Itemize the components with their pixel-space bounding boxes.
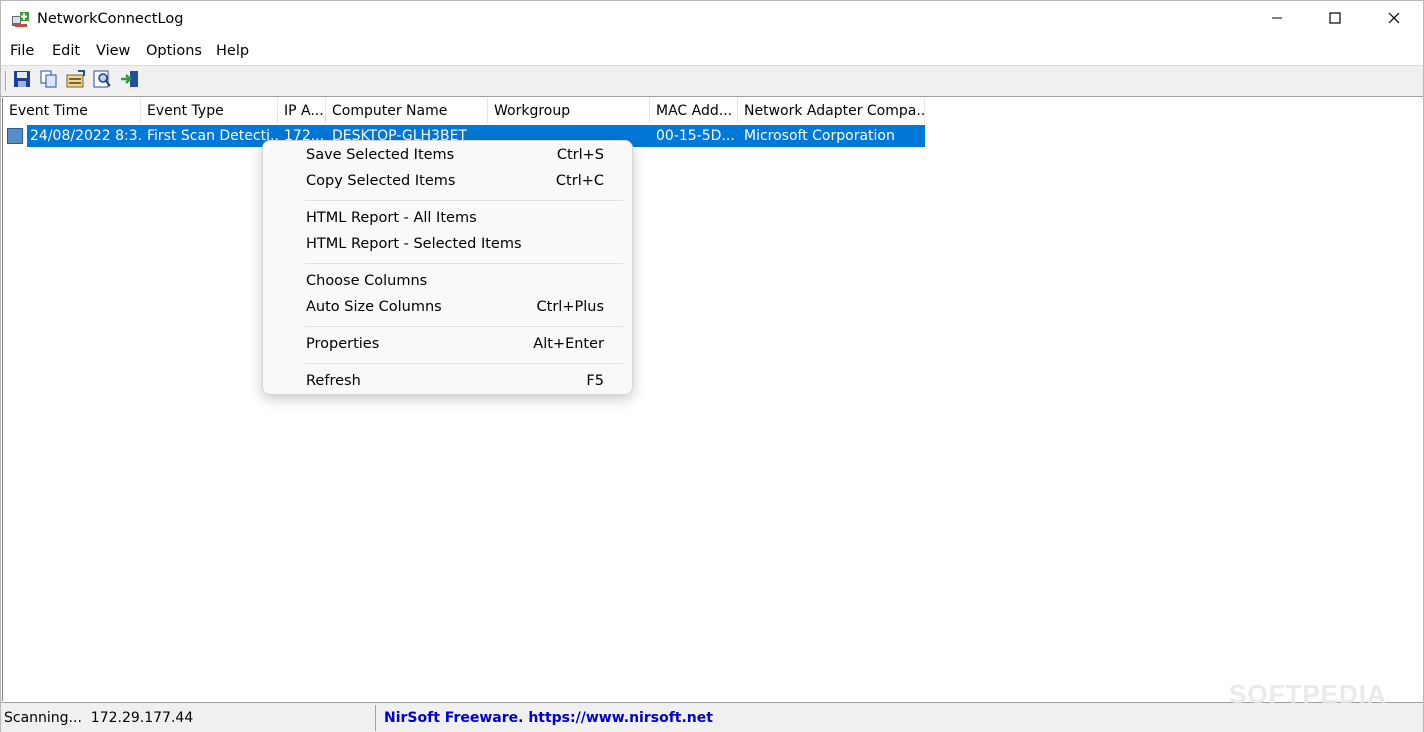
event-row-icon	[7, 128, 23, 144]
copy-button[interactable]	[37, 70, 61, 92]
menu-item-shortcut: F5	[586, 373, 604, 389]
maximize-button[interactable]	[1306, 1, 1364, 39]
network-app-icon	[11, 10, 31, 28]
cell-event-type: First Scan Detecti...	[141, 125, 278, 147]
menu-item-shortcut: Ctrl+Plus	[536, 299, 604, 315]
menu-item-label: Choose Columns	[306, 273, 428, 289]
menu-separator	[305, 263, 623, 264]
menu-item-label: HTML Report - Selected Items	[306, 236, 522, 252]
properties-icon	[66, 70, 86, 92]
maximize-icon	[1329, 12, 1341, 28]
save-icon	[13, 70, 31, 92]
menu-item-shortcut: Ctrl+C	[555, 173, 604, 189]
column-workgroup[interactable]: Workgroup	[488, 98, 650, 124]
column-header-row: Event Time Event Type IP A... Computer N…	[3, 98, 1423, 124]
exit-icon	[120, 70, 140, 92]
menu-help[interactable]: Help	[216, 43, 249, 59]
nirsoft-link[interactable]: NirSoft Freeware. https://www.nirsoft.ne…	[384, 705, 713, 731]
save-button[interactable]	[10, 70, 34, 92]
cell-event-time: 24/08/2022 8:3...	[27, 125, 141, 147]
window-title: NetworkConnectLog	[37, 11, 184, 27]
column-network-adapter-company[interactable]: Network Adapter Compa...	[738, 98, 925, 124]
menu-separator	[305, 326, 623, 327]
title-bar[interactable]: NetworkConnectLog	[1, 1, 1423, 39]
close-button[interactable]	[1365, 1, 1423, 39]
menu-item-properties[interactable]: Properties Alt+Enter	[263, 333, 632, 359]
menu-item-label: Refresh	[306, 373, 361, 389]
column-event-type[interactable]: Event Type	[141, 98, 278, 124]
minimize-icon	[1271, 12, 1283, 28]
menu-item-html-report-all[interactable]: HTML Report - All Items	[263, 207, 632, 233]
close-icon	[1388, 12, 1400, 28]
toolbar-grip	[5, 71, 7, 91]
menu-item-refresh[interactable]: Refresh F5	[263, 370, 632, 396]
menu-bar: File Edit View Options Help	[1, 39, 1423, 65]
menu-options[interactable]: Options	[146, 43, 202, 59]
menu-view[interactable]: View	[96, 43, 130, 59]
menu-item-choose-columns[interactable]: Choose Columns	[263, 270, 632, 296]
column-event-time[interactable]: Event Time	[3, 98, 141, 124]
menu-item-auto-size-columns[interactable]: Auto Size Columns Ctrl+Plus	[263, 296, 632, 322]
cell-network-adapter-company: Microsoft Corporation	[738, 125, 925, 147]
exit-button[interactable]	[118, 70, 142, 92]
copy-icon	[40, 70, 58, 92]
menu-item-label: Save Selected Items	[306, 147, 455, 163]
find-button[interactable]	[91, 70, 115, 92]
menu-item-shortcut: Alt+Enter	[533, 336, 604, 352]
menu-edit[interactable]: Edit	[52, 43, 80, 59]
menu-item-shortcut: Ctrl+S	[556, 147, 604, 163]
menu-item-label: Auto Size Columns	[306, 299, 442, 315]
scan-status: Scanning... 172.29.177.44	[4, 705, 376, 731]
column-mac-address[interactable]: MAC Add...	[650, 98, 738, 124]
menu-separator	[305, 200, 623, 201]
event-list[interactable]: Event Time Event Type IP A... Computer N…	[2, 98, 1423, 701]
status-bar: Scanning... 172.29.177.44 NirSoft Freewa…	[1, 702, 1423, 732]
menu-item-label: Copy Selected Items	[306, 173, 456, 189]
softpedia-watermark: SOFTPEDIA	[1229, 679, 1387, 709]
column-computer-name[interactable]: Computer Name	[326, 98, 488, 124]
column-ip-address[interactable]: IP A...	[278, 98, 326, 124]
menu-item-label: HTML Report - All Items	[306, 210, 477, 226]
menu-file[interactable]: File	[10, 43, 34, 59]
app-window: NetworkConnectLog File Edit View Options…	[0, 0, 1424, 732]
cell-mac-address: 00-15-5D...	[650, 125, 738, 147]
menu-item-save-selected[interactable]: Save Selected Items Ctrl+S	[263, 144, 632, 170]
menu-item-label: Properties	[306, 336, 380, 352]
menu-item-copy-selected[interactable]: Copy Selected Items Ctrl+C	[263, 170, 632, 196]
toolbar	[1, 65, 1423, 97]
properties-button[interactable]	[64, 70, 88, 92]
minimize-button[interactable]	[1248, 1, 1306, 39]
menu-separator	[305, 363, 623, 364]
context-menu: Save Selected Items Ctrl+S Copy Selected…	[262, 140, 633, 395]
menu-item-html-report-selected[interactable]: HTML Report - Selected Items	[263, 233, 632, 259]
find-icon	[93, 70, 113, 92]
